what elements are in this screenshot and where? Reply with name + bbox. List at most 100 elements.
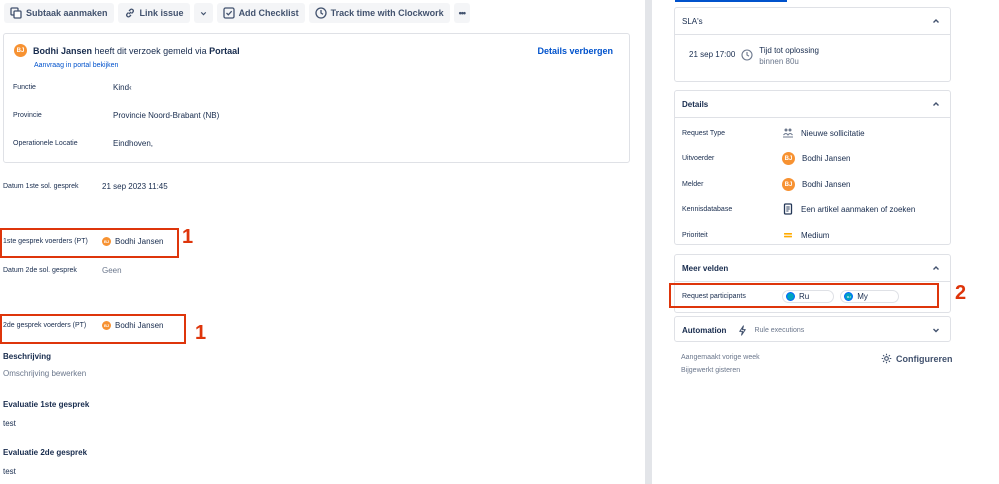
link-icon — [125, 8, 134, 18]
automation-sub: Rule executions — [754, 326, 805, 334]
annotation-number-1a: 1 — [182, 226, 194, 248]
track-time-button[interactable]: Track time with Clockwork — [308, 3, 450, 23]
configure-label: Configureren — [896, 353, 953, 364]
details-row-uitvoerder: Uitvoerder BJ Bodhi Jansen — [682, 152, 850, 165]
priority-medium-icon — [784, 233, 792, 238]
lightning-icon — [739, 324, 747, 336]
sla-date: 21 sep 17:00 — [689, 50, 736, 59]
field-label-functie: Functie — [13, 84, 36, 91]
datum-2-value[interactable]: Geen — [102, 266, 122, 275]
sla-separator — [675, 34, 950, 35]
details-row-request-type: Request Type Nieuwe sollicitatie — [682, 127, 865, 139]
uitvoerder-avatar: BJ — [782, 152, 795, 165]
request-field-row: Provincie Provincie Noord-Brabant (NB) — [13, 111, 219, 120]
create-subtask-label: Subtaak aanmaken — [26, 8, 108, 18]
evaluatie-2-text[interactable]: test — [3, 467, 16, 476]
reporter-avatar[interactable]: BJ — [14, 44, 27, 57]
prioriteit-text: Medium — [801, 230, 830, 240]
more-actions-button[interactable]: ••• — [453, 3, 471, 23]
datum-1-label: Datum 1ste sol. gesprek — [3, 183, 79, 190]
clock-icon — [741, 49, 753, 61]
sla-goal: Tijd tot oplossing — [759, 46, 819, 55]
details-row-prioriteit: Prioriteit Medium — [682, 229, 829, 241]
add-checklist-label: Add Checklist — [238, 8, 299, 18]
link-issue-dropdown-button[interactable] — [193, 3, 213, 23]
automation-title: Automation — [682, 325, 727, 335]
hide-details-link[interactable]: Details verbergen — [537, 46, 613, 56]
automation-header[interactable]: Automation Rule executions — [675, 317, 950, 343]
field-label-locatie: Operationele Locatie — [13, 140, 78, 147]
uitvoerder-label: Uitvoerder — [682, 155, 715, 162]
uitvoerder-value[interactable]: BJ Bodhi Jansen — [782, 152, 850, 165]
link-issue-label: Link issue — [139, 8, 184, 18]
melder-name: Bodhi Jansen — [802, 180, 851, 189]
meer-velden-separator — [675, 281, 950, 282]
beschrijving-edit[interactable]: Omschrijving bewerken — [3, 369, 86, 378]
field-value-provincie: Provincie Noord-Brabant (NB) — [113, 111, 220, 120]
create-subtask-button[interactable]: Subtaak aanmaken — [4, 3, 114, 23]
details-row-melder: Melder BJ Bodhi Jansen — [682, 178, 850, 191]
sla-remaining: binnen 80u — [759, 57, 799, 66]
datum-1-value[interactable]: 21 sep 2023 11:45 — [102, 182, 168, 191]
request-field-row: Functie Kind‹ — [13, 83, 132, 92]
track-time-label: Track time with Clockwork — [330, 8, 444, 18]
configure-button[interactable]: Configureren — [881, 353, 953, 364]
gear-icon — [881, 353, 892, 364]
datum-1-field: Datum 1ste sol. gesprek 21 sep 2023 11:4… — [3, 182, 168, 191]
chevron-up-icon — [933, 266, 939, 270]
kennisdatabase-label: Kennisdatabase — [682, 205, 733, 213]
sla-header[interactable]: SLA's — [675, 8, 950, 34]
request-details-box: BJ Bodhi Jansen heeft dit verzoek gemeld… — [3, 33, 630, 163]
sla-title: SLA's — [682, 16, 703, 26]
datum-2-field: Datum 2de sol. gesprek Geen — [3, 266, 122, 275]
document-icon — [783, 203, 793, 215]
request-reporter-line: BJ Bodhi Jansen heeft dit verzoek gemeld… — [14, 44, 240, 57]
checkbox-icon — [222, 7, 235, 19]
evaluatie-1-text[interactable]: test — [3, 419, 16, 428]
evaluatie-2-title: Evaluatie 2de gesprek — [3, 448, 88, 457]
prioriteit-label: Prioriteit — [682, 231, 708, 239]
request-type-value[interactable]: Nieuwe sollicitatie — [782, 127, 865, 139]
reporter-name[interactable]: Bodhi Jansen — [33, 46, 92, 56]
portal-link[interactable]: Aanvraag in portal bekijken — [34, 62, 118, 69]
chevron-down-icon — [933, 328, 939, 333]
field-value-locatie: Eindhoven, — [113, 139, 154, 148]
field-label-provincie: Provincie — [13, 112, 42, 119]
annotation-number-1b: 1 — [195, 322, 207, 344]
prioriteit-value[interactable]: Medium — [782, 229, 829, 241]
datum-2-label: Datum 2de sol. gesprek — [3, 267, 77, 274]
melder-value[interactable]: BJ Bodhi Jansen — [782, 178, 850, 191]
request-field-row: Operationele Locatie Eindhoven, — [13, 139, 153, 148]
annotation-number-2: 2 — [955, 282, 967, 304]
kennisdatabase-text: Een artikel aanmaken of zoeken — [801, 204, 916, 214]
chevron-up-icon — [933, 102, 939, 106]
issue-toolbar: Subtaak aanmaken Link issue Add Checklis… — [4, 3, 471, 23]
meer-velden-header[interactable]: Meer velden — [675, 255, 950, 281]
evaluatie-1-title: Evaluatie 1ste gesprek — [3, 400, 90, 409]
reporter-action-text: heeft dit verzoek gemeld via — [94, 45, 207, 56]
add-checklist-button[interactable]: Add Checklist — [216, 3, 305, 23]
details-row-kennisdatabase: Kennisdatabase Een artikel aanmaken of z… — [682, 203, 915, 215]
details-title: Details — [682, 99, 709, 109]
field-value-functie: Kind‹ — [113, 83, 132, 92]
request-type-label: Request Type — [682, 129, 726, 137]
people-icon — [783, 128, 793, 138]
melder-label: Melder — [682, 181, 704, 188]
sla-row: 21 sep 17:00 Tijd tot oplossing binnen 8… — [689, 46, 819, 66]
created-text: Aangemaakt vorige week — [681, 354, 760, 361]
kennisdatabase-value[interactable]: Een artikel aanmaken of zoeken — [782, 203, 915, 215]
annotation-box-1b — [0, 314, 186, 344]
subtask-icon — [10, 7, 22, 19]
automation-panel[interactable]: Automation Rule executions — [674, 316, 951, 342]
more-icon: ••• — [458, 8, 467, 18]
annotation-box-2 — [669, 283, 939, 308]
panel-resizer[interactable] — [645, 0, 652, 484]
channel-name: Portaal — [209, 45, 240, 56]
sla-info: Tijd tot oplossing binnen 80u — [759, 46, 819, 66]
active-tab-indicator — [675, 0, 787, 2]
link-issue-button[interactable]: Link issue — [117, 3, 190, 23]
chevron-up-icon — [933, 19, 939, 23]
sla-panel: SLA's 21 sep 17:00 Tijd tot oplossing bi… — [674, 7, 951, 82]
melder-avatar: BJ — [782, 178, 795, 191]
details-header[interactable]: Details — [675, 91, 950, 117]
